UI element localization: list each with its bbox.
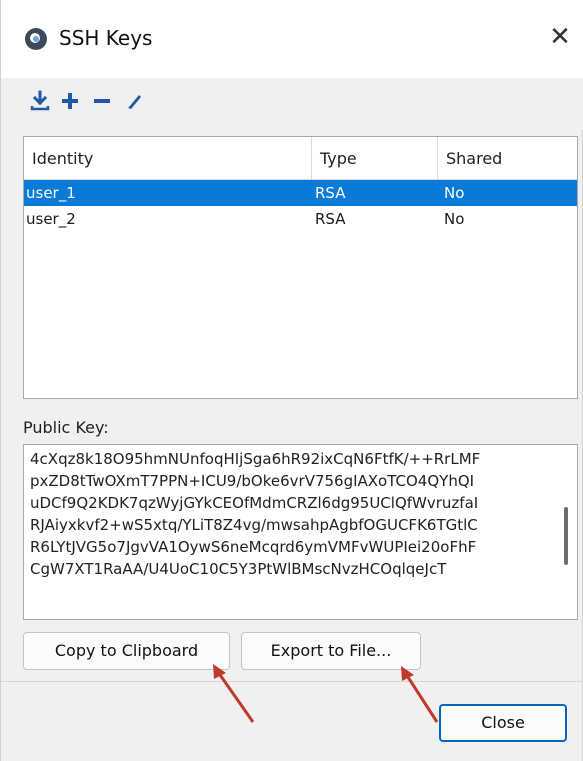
public-key-line: uDCf9Q2KDK7qzWyjGYkCEOfMdmCRZl6dg95UClQf… <box>30 494 479 512</box>
dialog-title: SSH Keys <box>59 26 153 50</box>
annotation-arrow-export <box>401 666 439 723</box>
type-cell: RSA <box>315 210 346 228</box>
app-logo-icon <box>25 28 47 50</box>
column-header-shared[interactable]: Shared <box>437 137 577 179</box>
table-row-user-1[interactable]: user_1 RSA No <box>24 180 577 206</box>
public-key-line: CgW7XT1RaAA/U4UoC10C5Y3PtWlBMscNvzHCOqlq… <box>30 560 447 578</box>
public-key-label: Public Key: <box>23 418 109 437</box>
add-key-button[interactable] <box>57 88 83 114</box>
identity-cell: user_1 <box>26 184 76 202</box>
public-key-line: 4cXqz8k18O95hmNUnfoqHIjSga6hR92ixCqN6Ftf… <box>30 450 481 468</box>
shared-cell: No <box>444 184 465 202</box>
edit-key-button[interactable] <box>121 88 147 114</box>
add-icon <box>62 93 78 109</box>
identity-cell: user_2 <box>26 210 76 228</box>
remove-key-button[interactable] <box>89 88 115 114</box>
public-key-line: RJAiyxkvf2+wS5xtq/YLiT8Z4vg/mwsahpAgbfOG… <box>30 516 478 534</box>
table-header: Identity Type Shared <box>24 137 577 180</box>
public-key-line: pxZD8tTwOXmT7PPN+ICU9/bOke6vrV756gIAXoTC… <box>30 472 475 490</box>
edit-icon <box>127 95 141 109</box>
import-key-button[interactable] <box>27 88 53 114</box>
vertical-scrollbar[interactable] <box>564 507 568 565</box>
column-header-type[interactable]: Type <box>311 137 437 179</box>
export-to-file-button[interactable]: Export to File... <box>241 632 421 670</box>
close-button[interactable]: Close <box>439 704 567 742</box>
keys-table: Identity Type Shared user_1 RSA No user_… <box>23 136 578 399</box>
column-header-identity[interactable]: Identity <box>24 137 311 179</box>
title-bar: SSH Keys ✕ <box>1 0 583 78</box>
import-icon <box>30 90 50 111</box>
ssh-keys-dialog: SSH Keys ✕ Identity Type Shared user_1 R <box>0 0 583 761</box>
public-key-textarea[interactable]: 4cXqz8k18O95hmNUnfoqHIjSga6hR92ixCqN6Ftf… <box>23 444 578 620</box>
annotation-arrow-copy <box>213 664 255 723</box>
shared-cell: No <box>444 210 465 228</box>
footer-divider <box>1 681 583 682</box>
type-cell: RSA <box>315 184 346 202</box>
copy-to-clipboard-button[interactable]: Copy to Clipboard <box>23 632 230 670</box>
remove-icon <box>94 99 110 103</box>
public-key-line: R6LYtJVG5o7JgvVA1OywS6neMcqrd6ymVMFvWUPI… <box>30 538 477 556</box>
close-window-button[interactable]: ✕ <box>548 22 572 52</box>
table-row-user-2[interactable]: user_2 RSA No <box>24 206 577 232</box>
